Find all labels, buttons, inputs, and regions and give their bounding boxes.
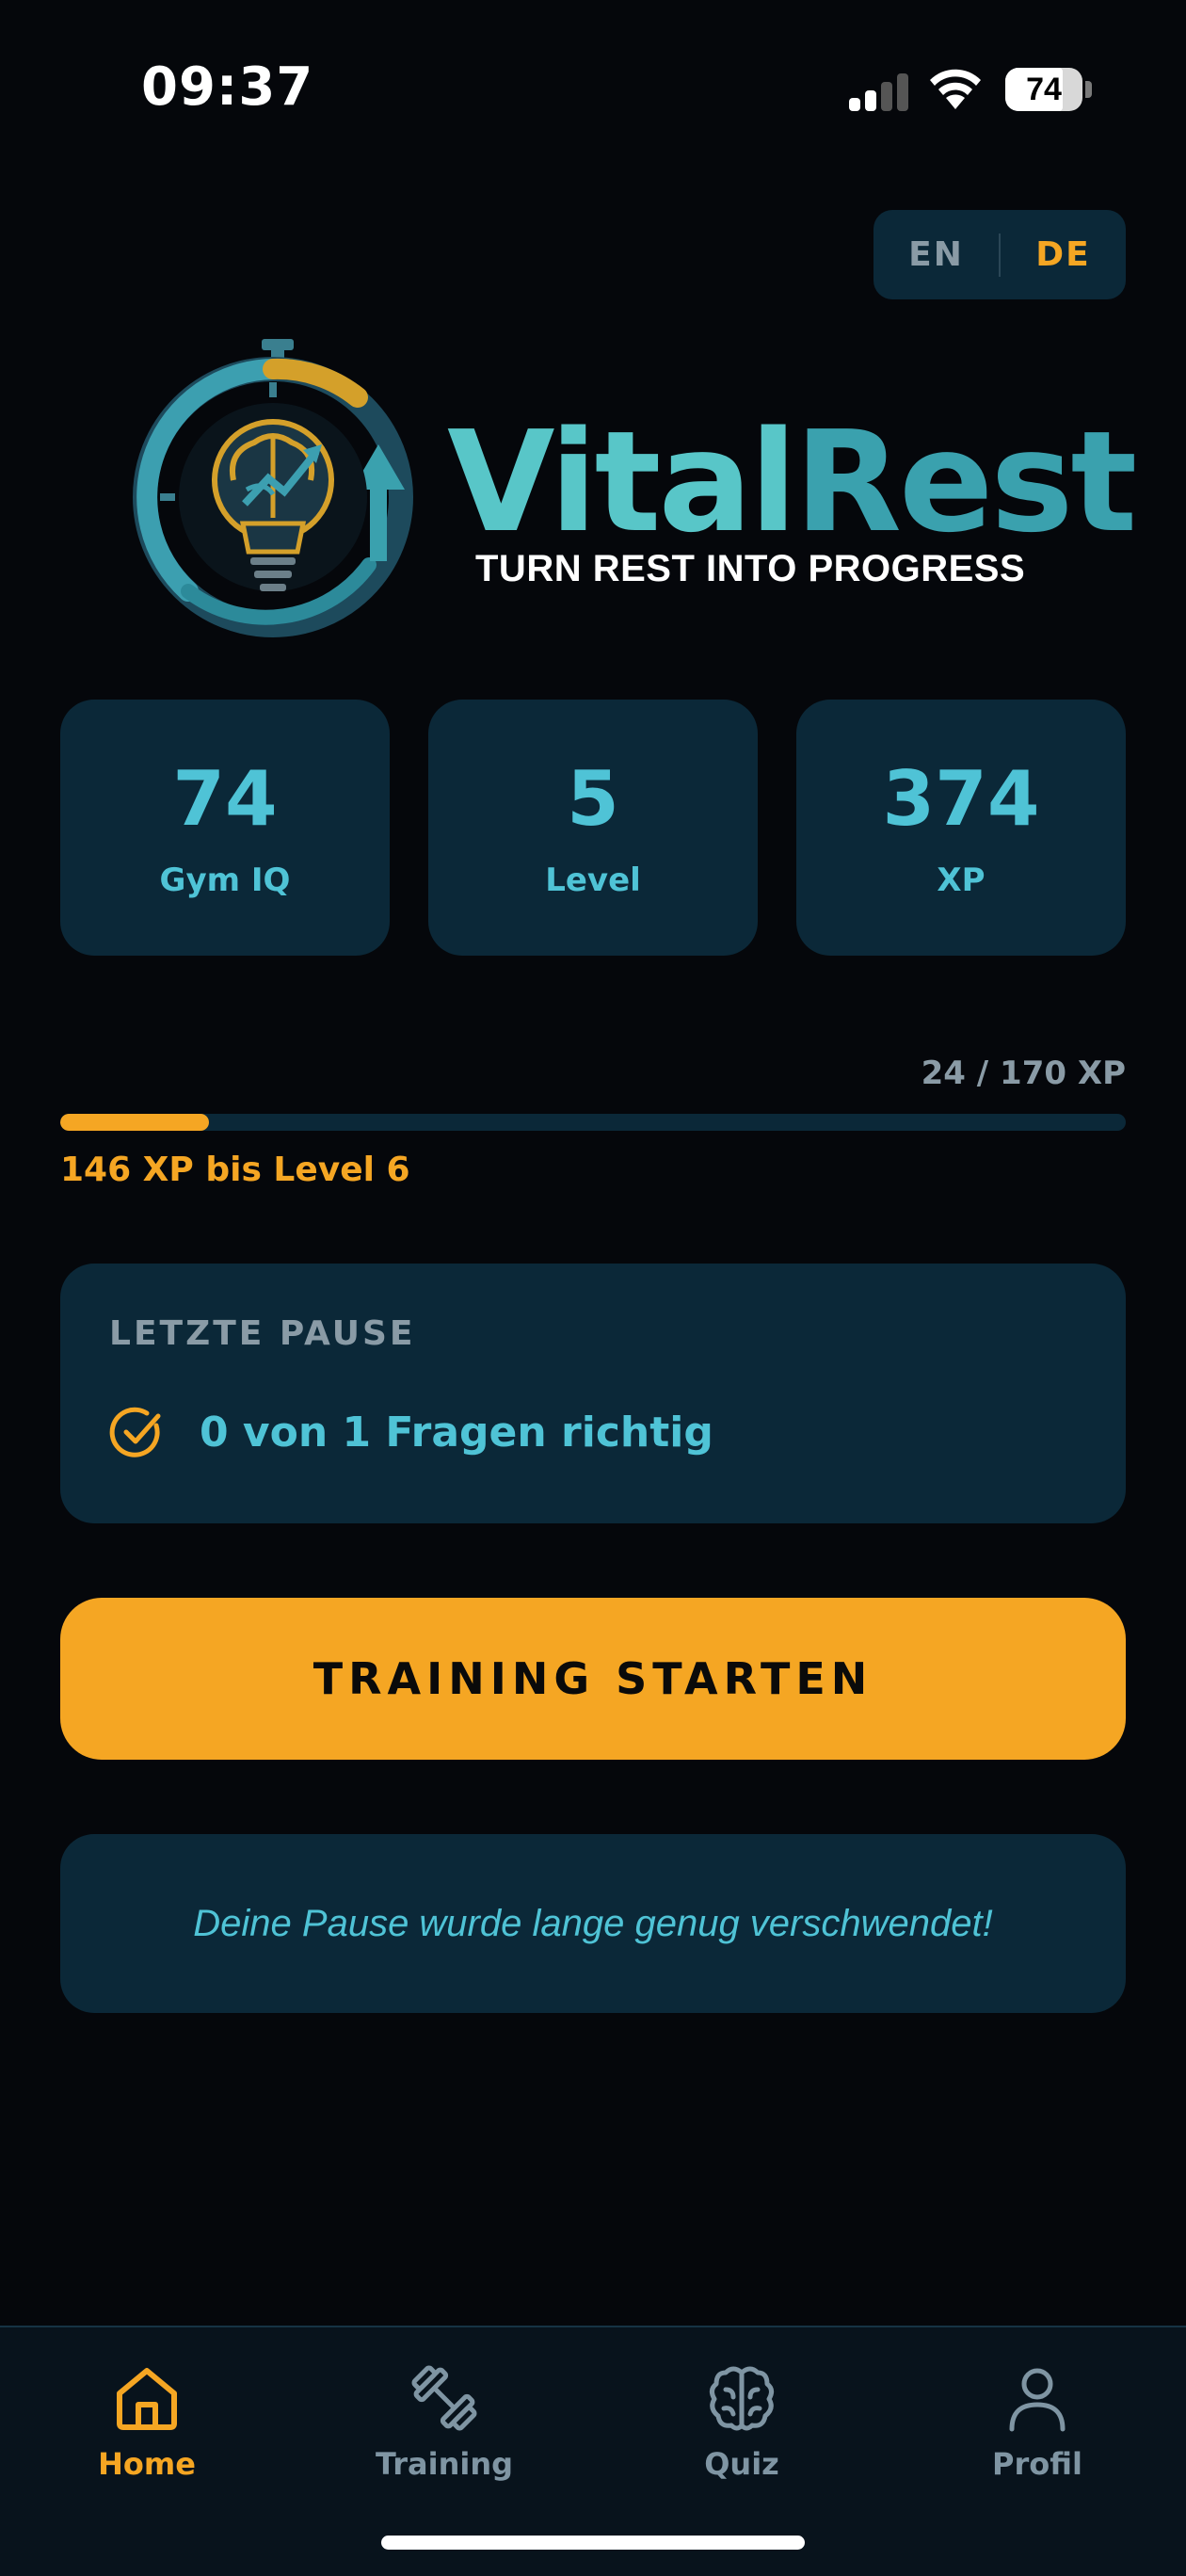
stopwatch-brain-logo-icon <box>133 339 413 637</box>
home-indicator[interactable] <box>381 2536 805 2550</box>
stat-value: 74 <box>172 755 278 843</box>
nav-label: Training <box>375 2446 514 2482</box>
battery-tip <box>1085 81 1092 98</box>
app-logo: VitalRest TURN REST INTO PROGRESS <box>122 339 1137 650</box>
stats-row: 74 Gym IQ 5 Level 374 XP <box>60 700 1126 956</box>
last-pause-result: 0 von 1 Fragen richtig <box>200 1409 713 1457</box>
xp-to-next-level: 146 XP bis Level 6 <box>60 1151 410 1189</box>
stat-card-xp: 374 XP <box>796 700 1126 956</box>
stat-card-gym-iq: 74 Gym IQ <box>60 700 390 956</box>
start-training-button[interactable]: TRAINING STARTEN <box>60 1598 1126 1760</box>
start-training-label: TRAINING STARTEN <box>313 1653 873 1704</box>
brand-name-part2: Rest <box>794 401 1137 563</box>
last-pause-heading: LETZTE PAUSE <box>109 1314 416 1353</box>
xp-counter: 24 / 170 XP <box>921 1055 1126 1092</box>
stat-value: 374 <box>882 755 1040 843</box>
check-circle-icon <box>109 1407 161 1457</box>
nav-label: Home <box>98 2446 196 2482</box>
nav-item-home[interactable]: Home <box>34 2361 260 2512</box>
xp-progress-bar <box>60 1114 1126 1131</box>
home-icon <box>117 2368 177 2430</box>
dumbbell-icon <box>411 2365 477 2431</box>
nav-label: Quiz <box>704 2446 779 2482</box>
last-pause-card: LETZTE PAUSE 0 von 1 Fragen richtig <box>60 1264 1126 1523</box>
language-option-en[interactable]: EN <box>873 235 999 274</box>
language-switch: EN DE <box>873 210 1126 299</box>
nav-item-quiz[interactable]: Quiz <box>629 2361 855 2512</box>
stat-label: Level <box>545 861 641 899</box>
status-bar: 09:37 74 <box>0 0 1186 179</box>
stat-card-level: 5 Level <box>428 700 758 956</box>
wifi-icon <box>930 69 981 109</box>
status-time: 09:37 <box>141 56 314 118</box>
battery-level: 74 <box>1026 71 1062 107</box>
battery-icon: 74 <box>1005 68 1082 111</box>
nav-item-training[interactable]: Training <box>331 2361 557 2512</box>
brand-wordmark: VitalRest <box>447 412 1137 552</box>
language-option-de[interactable]: DE <box>1001 235 1126 274</box>
brand-tagline: TURN REST INTO PROGRESS <box>475 548 1026 589</box>
stat-label: Gym IQ <box>159 861 291 899</box>
motivation-quote-card: Deine Pause wurde lange genug verschwend… <box>60 1834 1126 2013</box>
xp-progress-fill <box>60 1114 210 1131</box>
stat-label: XP <box>937 861 986 899</box>
brain-icon <box>709 2366 775 2431</box>
brand-name-part1: Vital <box>447 401 797 563</box>
person-icon <box>1009 2368 1066 2432</box>
motivation-quote: Deine Pause wurde lange genug verschwend… <box>193 1902 993 1944</box>
cellular-signal-icon <box>849 73 909 111</box>
stat-value: 5 <box>567 755 619 843</box>
nav-item-profile[interactable]: Profil <box>924 2361 1150 2512</box>
nav-label: Profil <box>992 2446 1082 2482</box>
